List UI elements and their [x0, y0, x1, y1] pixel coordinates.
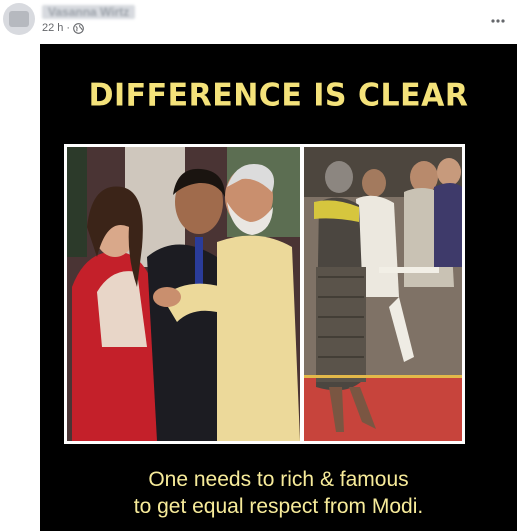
meta-separator: · [66, 22, 71, 34]
photo-collage [64, 144, 465, 444]
photo-elder-woman [304, 147, 462, 441]
caption-line-1: One needs to rich & famous [148, 468, 409, 491]
photo-handshake [67, 147, 300, 441]
image-headline: DIFFERENCE IS CLEAR [88, 77, 469, 114]
more-options-icon [491, 19, 505, 23]
caption-line-2: to get equal respect from Modi. [133, 495, 424, 518]
post-meta: 22 h · [42, 21, 84, 35]
author-name[interactable]: Vasanna Wirtz [42, 5, 136, 19]
more-options-button[interactable] [487, 10, 509, 32]
avatar[interactable] [3, 3, 35, 35]
globe-icon [73, 22, 84, 34]
image-caption: One needs to rich & famous to get equal … [40, 466, 517, 520]
post-timestamp[interactable]: 22 h [42, 22, 63, 34]
post-header: Vasanna Wirtz 22 h · [0, 0, 517, 44]
post-image[interactable]: DIFFERENCE IS CLEAR One needs to rich & … [40, 44, 517, 531]
